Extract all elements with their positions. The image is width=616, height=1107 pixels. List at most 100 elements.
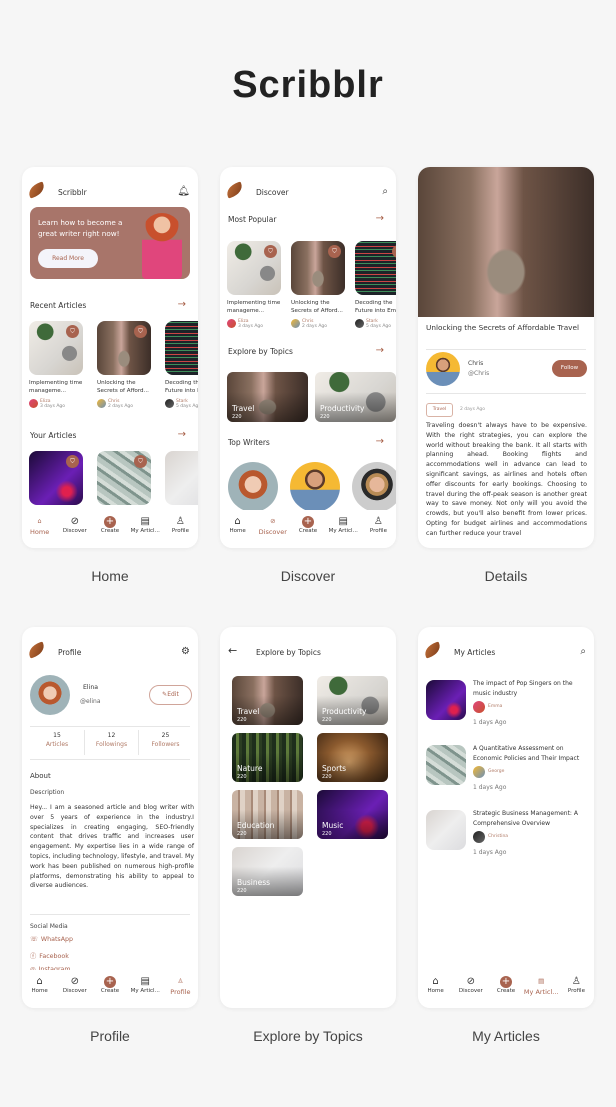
article-card-image[interactable]: ⛉ — [97, 321, 151, 375]
bell-icon[interactable]: 🔔︎ — [177, 186, 190, 197]
arrow-right-icon[interactable]: → — [178, 299, 186, 310]
read-more-button[interactable]: Read More — [38, 249, 98, 268]
writer-avatar[interactable] — [228, 462, 278, 512]
social-link-whatsapp[interactable]: ☏ WhatsApp — [30, 936, 73, 943]
nav-create[interactable]: + Create — [488, 970, 523, 1008]
article-card-title[interactable]: Decoding the Future into Em... — [355, 300, 396, 315]
writer-avatar[interactable] — [352, 462, 396, 512]
nav-label: My Articl... — [130, 988, 160, 994]
gear-icon[interactable]: ⚙︎ — [181, 646, 190, 657]
author-name: Christina — [488, 834, 509, 839]
follow-button[interactable]: Follow — [552, 360, 587, 377]
nav-discover[interactable]: ⊘ Discover — [57, 970, 92, 1008]
nav-my-articl[interactable]: ▤ My Articl... — [326, 510, 361, 548]
explore-topics-screen: ← Explore by Topics Travel 220 Productivit… — [220, 627, 396, 1008]
article-thumbnail[interactable] — [426, 680, 466, 720]
author-avatar — [227, 319, 236, 328]
edit-profile-button[interactable]: ✎Edit — [149, 685, 192, 705]
topic-count: 220 — [237, 888, 247, 894]
article-card-image[interactable]: ⛉ — [291, 241, 345, 295]
nav-create[interactable]: + Create — [92, 970, 127, 1008]
article-date: 1 days Ago — [473, 849, 507, 856]
article-title[interactable]: A Quantitative Assessment on Economic Po… — [473, 744, 591, 764]
topic-card[interactable]: Business 220 — [232, 847, 303, 896]
back-arrow-icon[interactable]: ← — [228, 644, 237, 657]
nav-home[interactable]: ⌂ Home — [418, 970, 453, 1008]
nav-label: Home — [229, 528, 246, 534]
topic-card[interactable]: Education 220 — [232, 790, 303, 839]
nav-profile[interactable]: ♙ Profile — [361, 510, 396, 548]
article-card-image[interactable]: ⛉ — [165, 451, 198, 505]
nav-home[interactable]: ⌂ Home — [220, 510, 255, 548]
article-card-image[interactable]: ⛉ — [165, 321, 198, 375]
article-card-image[interactable]: ⛉ — [29, 451, 83, 505]
article-thumbnail[interactable] — [426, 810, 466, 850]
bookmark-icon[interactable]: ⛉ — [134, 455, 147, 468]
topic-card[interactable]: Travel 220 — [227, 372, 308, 422]
stat-followers[interactable]: 25 Followers — [138, 730, 192, 755]
article-card-image[interactable]: ⛉ — [97, 451, 151, 505]
topic-card[interactable]: Productivity 220 — [315, 372, 396, 422]
article-card-title[interactable]: Decoding the Future into Em... — [165, 380, 198, 395]
arrow-right-icon[interactable]: → — [376, 436, 384, 447]
topic-card[interactable]: Music 220 — [317, 790, 388, 839]
nav-profile[interactable]: ♙ Profile — [163, 510, 198, 548]
bookmark-icon[interactable]: ⛉ — [134, 325, 147, 338]
plus-circle-icon: + — [92, 975, 127, 988]
article-card-image[interactable]: ⛉ — [29, 321, 83, 375]
bookmark-icon[interactable]: ⛉ — [264, 245, 277, 258]
article-title[interactable]: Strategic Business Management: A Compreh… — [473, 809, 591, 829]
discover-screen: Discover ⌕ Most Popular → ⛉ Implementing … — [220, 167, 396, 548]
nav-profile[interactable]: ♙ Profile — [163, 970, 198, 1008]
arrow-right-icon[interactable]: → — [376, 345, 384, 356]
topic-card[interactable]: Nature 220 — [232, 733, 303, 782]
article-card-title[interactable]: Unlocking the Secrets of Afford... — [97, 380, 151, 395]
app-title: Scribblr — [232, 64, 384, 106]
bookmark-icon[interactable]: ⛉ — [392, 245, 396, 258]
nav-my-articl[interactable]: ▤ My Articl... — [128, 510, 163, 548]
nav-profile[interactable]: ♙ Profile — [559, 970, 594, 1008]
topic-card[interactable]: Productivity 220 — [317, 676, 388, 725]
search-icon[interactable]: ⌕ — [580, 646, 586, 657]
nav-my-articl[interactable]: ▤ My Articl... — [524, 970, 559, 1008]
nav-create[interactable]: + Create — [92, 510, 127, 548]
stat-followings[interactable]: 12 Followings — [84, 730, 138, 755]
user-icon: ♙ — [373, 516, 383, 527]
article-thumbnail[interactable] — [426, 745, 466, 785]
writer-avatar[interactable] — [290, 462, 340, 512]
article-author: Chris 2 days Ago — [97, 399, 151, 409]
social-label: Facebook — [39, 953, 69, 960]
article-card-image[interactable]: ⛉ — [355, 241, 396, 295]
article-card-image[interactable]: ⛉ — [227, 241, 281, 295]
social-link-facebook[interactable]: ⓕ Facebook — [30, 951, 69, 960]
article-title[interactable]: The impact of Pop Singers on the music i… — [473, 679, 591, 699]
nav-create[interactable]: + Create — [290, 510, 325, 548]
bookmark-icon[interactable]: ⛉ — [66, 455, 79, 468]
nav-discover[interactable]: ⊘ Discover — [453, 970, 488, 1008]
topic-name: Business — [237, 878, 271, 887]
recent-articles-heading: Recent Articles — [30, 301, 87, 310]
stat-articles[interactable]: 15 Articles — [30, 730, 84, 755]
author-avatar[interactable] — [426, 352, 460, 386]
topic-card[interactable]: Travel 220 — [232, 676, 303, 725]
nav-discover[interactable]: ⊘ Discover — [57, 510, 92, 548]
article-card-title[interactable]: Unlocking the Secrets of Afford... — [291, 300, 345, 315]
topic-name: Nature — [237, 764, 263, 773]
nav-discover[interactable]: ⊘ Discover — [255, 510, 290, 548]
plus-circle-icon: + — [290, 515, 325, 528]
nav-my-articl[interactable]: ▤ My Articl... — [128, 970, 163, 1008]
article-body: Traveling doesn't always have to be expe… — [426, 422, 587, 537]
nav-home[interactable]: ⌂ Home — [22, 970, 57, 1008]
arrow-right-icon[interactable]: → — [376, 213, 384, 224]
article-card-title[interactable]: Implementing time manageme... — [227, 300, 281, 315]
nav-home[interactable]: ⌂ Home — [22, 510, 57, 548]
bookmark-icon[interactable]: ⛉ — [328, 245, 341, 258]
bookmark-icon[interactable]: ⛉ — [66, 325, 79, 338]
article-author: Eliza 3 days Ago — [227, 319, 281, 329]
topic-card[interactable]: Sports 220 — [317, 733, 388, 782]
article-card-title[interactable]: Implementing time manageme... — [29, 380, 83, 395]
category-tag[interactable]: Travel — [426, 403, 453, 417]
arrow-right-icon[interactable]: → — [178, 429, 186, 440]
search-icon[interactable]: ⌕ — [382, 186, 388, 197]
author-avatar — [165, 399, 174, 408]
